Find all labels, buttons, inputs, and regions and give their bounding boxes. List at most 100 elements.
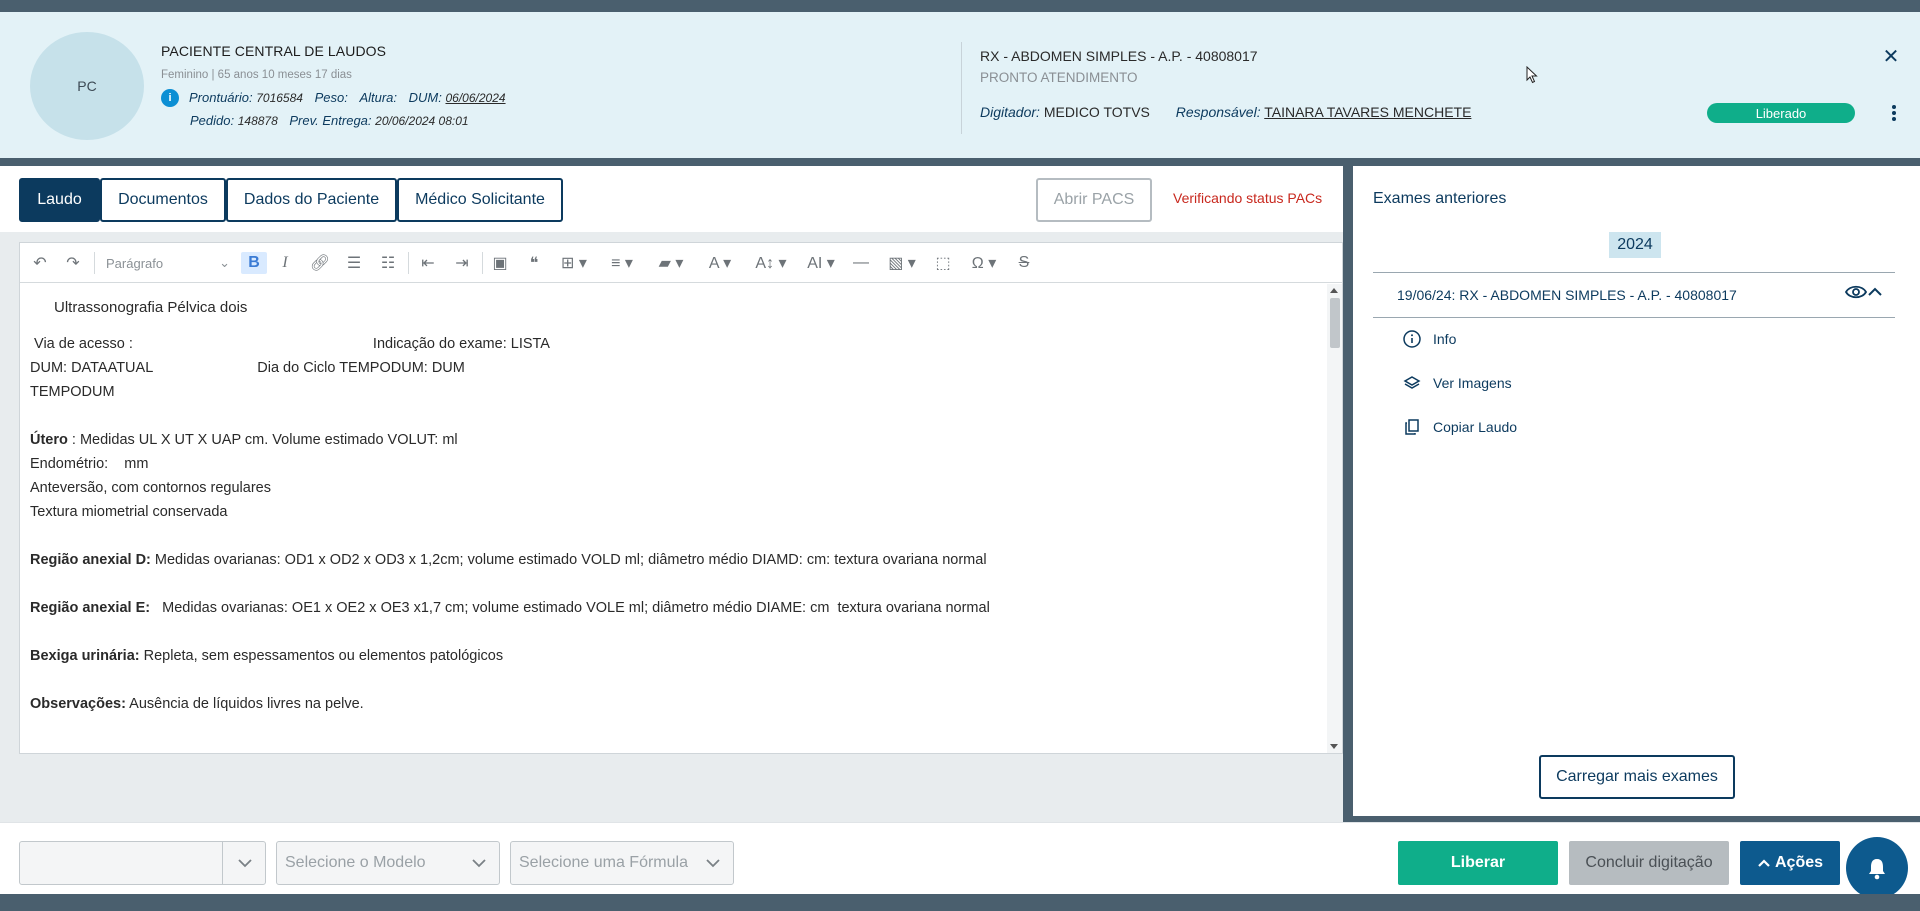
previous-exam-copy-report[interactable]: Copiar Laudo xyxy=(1403,418,1517,436)
actions-button[interactable]: Ações xyxy=(1740,841,1840,885)
patient-details-line-1: Prontuário: 7016584 Peso: Altura: DUM: 0… xyxy=(189,90,514,105)
model-select-placeholder: Selecione o Modelo xyxy=(285,854,426,871)
first-select[interactable] xyxy=(19,841,266,885)
previous-exam-item[interactable]: 19/06/24: RX - ABDOMEN SIMPLES - A.P. - … xyxy=(1397,287,1737,303)
anexial-e-text: Medidas ovarianas: OE1 x OE2 x OE3 x1,7 … xyxy=(150,600,990,616)
eye-icon[interactable] xyxy=(1845,284,1867,300)
bell-icon xyxy=(1869,859,1885,880)
document-line-anexial-e: Região anexial E: Medidas ovarianas: OE1… xyxy=(30,596,1316,620)
special-characters-icon[interactable]: Ω ▾ xyxy=(966,252,1002,274)
copy-report-label: Copiar Laudo xyxy=(1433,419,1518,435)
info-icon xyxy=(1403,330,1421,348)
endometrio-text: Endométrio: mm xyxy=(30,456,149,472)
table-icon[interactable]: ⊞ ▾ xyxy=(557,252,591,274)
close-icon[interactable]: ✕ xyxy=(1882,47,1900,67)
notifications-button[interactable] xyxy=(1846,837,1908,899)
pacs-status-text: Verificando status PACs xyxy=(1173,190,1323,206)
select-all-icon[interactable]: ⬚ xyxy=(932,252,954,274)
blockquote-icon[interactable]: ❝ xyxy=(523,252,545,274)
main-content: Laudo Documentos Dados do Paciente Médic… xyxy=(0,166,1343,822)
report-document[interactable]: Ultrassonografia Pélvica dois Via de ace… xyxy=(20,284,1326,753)
document-line-bexiga: Bexiga urinária: Repleta, sem espessamen… xyxy=(30,644,1316,668)
window-bottom-bar xyxy=(0,894,1920,911)
footer-bar: Selecione o Modelo Selecione uma Fórmula… xyxy=(0,822,1920,899)
text-case-icon[interactable]: AI ▾ xyxy=(802,252,840,274)
tab-dados-do-paciente[interactable]: Dados do Paciente xyxy=(226,178,397,222)
year-label[interactable]: 2024 xyxy=(1609,232,1661,258)
patient-details-line-2: Pedido: 148878 Prev. Entrega: 20/06/2024… xyxy=(190,113,477,128)
scroll-up-icon[interactable] xyxy=(1330,288,1338,293)
strikethrough-icon[interactable]: S xyxy=(1013,252,1035,274)
document-line-utero: Útero : Medidas UL X UT X UAP cm. Volume… xyxy=(30,428,1316,452)
editor-toolbar: ↶ ↷ Parágrafo ⌄ B I 🔗︎ ☰ ☷ ⇤ ⇥ ▣ ❝ ⊞ ▾ ≡ … xyxy=(20,243,1342,283)
prev-entrega-value: 20/06/2024 08:01 xyxy=(375,114,469,128)
dum-value[interactable]: 06/06/2024 xyxy=(445,91,505,105)
open-pacs-button[interactable]: Abrir PACS xyxy=(1036,178,1152,222)
chevron-down-icon xyxy=(472,859,486,868)
model-select[interactable]: Selecione o Modelo xyxy=(276,841,500,885)
previous-exam-view-images[interactable]: Ver Imagens xyxy=(1403,374,1512,392)
chevron-up-icon[interactable] xyxy=(1865,284,1885,300)
font-color-icon[interactable]: A ▾ xyxy=(703,252,737,274)
formula-select[interactable]: Selecione uma Fórmula xyxy=(510,841,734,885)
bold-icon[interactable]: B xyxy=(241,252,267,274)
pedido-label: Pedido: xyxy=(190,113,235,128)
info-label: Info xyxy=(1433,331,1457,347)
scroll-down-icon[interactable] xyxy=(1330,744,1338,749)
digitador-label: Digitador: xyxy=(980,104,1040,120)
font-size-icon[interactable]: A↕ ▾ xyxy=(752,252,790,274)
tab-documentos[interactable]: Documentos xyxy=(100,178,226,222)
horizontal-line-icon[interactable]: — xyxy=(850,252,872,274)
obs-text: Ausência de líquidos livres na pelve. xyxy=(125,696,364,712)
document-line-dum: DUM: DATAATUAL Dia do Ciclo TEMPODUM: DUM xyxy=(30,356,1316,380)
anexial-d-text: Medidas ovarianas: OD1 x OD2 x OD3 x 1,2… xyxy=(150,552,987,568)
responsavel-value[interactable]: TAINARA TAVARES MENCHETE xyxy=(1264,104,1471,120)
info-icon[interactable]: i xyxy=(161,89,179,107)
responsavel-label: Responsável: xyxy=(1175,104,1261,120)
chevron-down-icon: ⌄ xyxy=(219,255,230,270)
paragraph-format-select[interactable]: Parágrafo ⌄ xyxy=(106,252,236,274)
outdent-icon[interactable]: ⇤ xyxy=(417,252,439,274)
access-label: Via de acesso : xyxy=(30,336,133,352)
layers-icon xyxy=(1403,376,1421,389)
document-title: Ultrassonografia Pélvica dois xyxy=(54,299,248,316)
patient-subtitle: Feminino | 65 anos 10 meses 17 dias xyxy=(161,69,352,81)
tabs-bar: Laudo Documentos Dados do Paciente Médic… xyxy=(0,166,1343,232)
tab-laudo[interactable]: Laudo xyxy=(19,178,100,222)
editor-scrollbar[interactable] xyxy=(1327,284,1342,753)
view-images-label: Ver Imagens xyxy=(1433,375,1512,391)
utero-text: : Medidas UL X UT X UAP cm. Volume estim… xyxy=(67,432,458,448)
dum-label: DUM: xyxy=(408,90,442,105)
pedido-value: 148878 xyxy=(237,114,278,128)
previous-exam-info[interactable]: Info xyxy=(1403,330,1456,348)
indent-icon[interactable]: ⇥ xyxy=(451,252,473,274)
insert-image-icon[interactable]: ▧ ▾ xyxy=(882,252,922,274)
undo-icon[interactable]: ↶ xyxy=(30,252,50,274)
indicacao-text: Indicação do exame: LISTA xyxy=(372,336,550,352)
anexial-d-label: Região anexial D: xyxy=(30,552,151,568)
numbered-list-icon[interactable]: ☷ xyxy=(377,252,399,274)
redo-icon[interactable]: ↷ xyxy=(63,252,83,274)
release-button[interactable]: Liberar xyxy=(1398,841,1558,885)
actions-label: Ações xyxy=(1774,854,1824,871)
more-options-icon[interactable] xyxy=(1887,102,1901,124)
load-more-exams-button[interactable]: Carregar mais exames xyxy=(1539,755,1735,799)
peso-label: Peso: xyxy=(314,90,348,105)
image-upload-icon[interactable]: ▣ xyxy=(489,252,511,274)
document-line-anexial-d: Região anexial D: Medidas ovarianas: OD1… xyxy=(30,548,1316,572)
italic-icon[interactable]: I xyxy=(275,252,295,274)
scrollbar-thumb[interactable] xyxy=(1330,298,1340,348)
bulleted-list-icon[interactable]: ☰ xyxy=(343,252,365,274)
highlight-icon[interactable]: ▰ ▾ xyxy=(654,252,688,274)
avatar-initials: PC xyxy=(77,78,97,94)
align-icon[interactable]: ≡ ▾ xyxy=(605,252,639,274)
ciclo-text: Dia do Ciclo TEMPODUM: DUM xyxy=(257,360,465,376)
mouse-cursor-icon xyxy=(1526,66,1538,84)
conclude-typing-button[interactable]: Concluir digitação xyxy=(1569,841,1729,885)
tab-medico-solicitante[interactable]: Médico Solicitante xyxy=(397,178,563,222)
header-divider xyxy=(961,42,962,134)
formula-select-placeholder: Selecione uma Fórmula xyxy=(519,854,688,871)
altura-label: Altura: xyxy=(359,90,398,105)
textura-text: Textura miometrial conservada xyxy=(30,504,228,520)
link-icon[interactable]: 🔗︎ xyxy=(309,252,331,274)
